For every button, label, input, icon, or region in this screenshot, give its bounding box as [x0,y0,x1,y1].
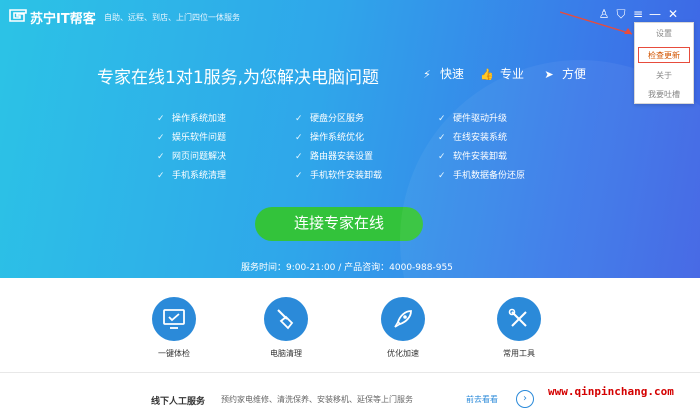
check-icon: ✓ [295,171,303,181]
offline-service-desc: 预约家电维修、清洗保养、安装移机、延保等上门服务 [221,395,413,404]
service-item: ✓ 硬盘分区服务 [295,114,365,124]
check-icon: ✓ [438,152,446,162]
brand-name: 苏宁IT帮客 [30,12,96,27]
hero-banner: 苏宁IT帮客 自助、远程、到店、上门四位一体服务 ♙ ⛉ ≡ — ✕ 专家在线1… [0,0,700,278]
service-hours: 服务时间：9:00-21:00 / 产品咨询：4000-988-955 [241,263,453,273]
service-item: ✓ 软件安装卸载 [438,152,508,162]
check-icon: ✓ [295,133,303,143]
rocket-icon [394,310,412,328]
menu-icon[interactable]: ≡ [631,7,645,21]
divider [0,372,700,373]
title-bar: 苏宁IT帮客 自助、远程、到店、上门四位一体服务 ♙ ⛉ ≡ — ✕ [0,0,700,30]
tools-label: 常用工具 [503,349,535,358]
minimize-icon[interactable]: — [648,7,662,21]
service-item: ✓ 硬件驱动升级 [438,114,508,124]
app-window: 苏宁IT帮客 自助、远程、到店、上门四位一体服务 ♙ ⛉ ≡ — ✕ 专家在线1… [0,0,700,413]
check-icon: ✓ [438,114,446,124]
headline: 专家在线1对1服务,为您解决电脑问题 [97,68,380,88]
connect-expert-button[interactable]: 连接专家在线 [255,207,423,241]
lightning-icon: ⚡ [423,68,431,81]
offline-service-title: 线下人工服务 [151,397,206,407]
shirt-icon[interactable]: ⛉ [614,7,628,21]
service-item: ✓ 网页问题解决 [157,152,227,162]
check-icon: ✓ [157,171,165,181]
check-icon: ✓ [295,152,303,162]
check-icon: ✓ [438,171,446,181]
menu-item-about[interactable]: 关于 [635,68,693,84]
check-icon: ✓ [157,114,165,124]
service-item: ✓ 在线安装系统 [438,133,508,143]
thumbs-up-icon: 👍 [480,68,494,81]
service-item: ✓ 路由器安装设置 [295,152,374,162]
brand-slogan: 自助、远程、到店、上门四位一体服务 [104,13,240,22]
optimize-label: 优化加速 [387,349,419,358]
logo-icon [9,9,27,22]
user-icon[interactable]: ♙ [597,7,611,21]
feature-pro: 👍 专业 [480,67,525,81]
tools-button[interactable] [497,297,541,341]
check-icon: ✓ [157,133,165,143]
service-item: ✓ 手机数据备份还原 [438,171,526,181]
broom-icon [277,309,294,330]
monitor-check-icon [163,309,185,329]
service-item: ✓ 娱乐软件问题 [157,133,227,143]
check-icon: ✓ [438,133,446,143]
settings-dropdown: 设置 检查更新 关于 我要吐槽 [634,22,694,104]
service-item: ✓ 手机系统清理 [157,171,227,181]
check-icon: ✓ [157,152,165,162]
service-item: ✓ 手机软件安装卸载 [295,171,383,181]
cleanup-label: 电脑清理 [270,349,302,358]
offline-service-link[interactable]: 前去看看 [466,394,498,405]
watermark: www.qinpinchang.com [548,385,674,398]
menu-item-check-update[interactable]: 检查更新 [638,47,690,63]
optimize-tool-button[interactable] [381,297,425,341]
service-item: ✓ 操作系统加速 [157,114,227,124]
chevron-right-icon[interactable]: › [516,390,534,408]
arrow-right-icon: ➤ [544,68,554,81]
tools-icon [508,308,527,327]
feature-convenient: ➤ 方便 [542,65,586,82]
cleanup-tool-button[interactable] [264,297,308,341]
checkup-label: 一键体检 [158,349,190,358]
check-icon: ✓ [295,114,303,124]
menu-item-feedback[interactable]: 我要吐槽 [635,87,693,103]
feature-fast: ⚡ 快速 [420,65,464,82]
checkup-tool-button[interactable] [152,297,196,341]
service-item: ✓ 操作系统优化 [295,133,365,143]
menu-item-settings[interactable]: 设置 [635,26,693,42]
close-icon[interactable]: ✕ [666,7,680,21]
